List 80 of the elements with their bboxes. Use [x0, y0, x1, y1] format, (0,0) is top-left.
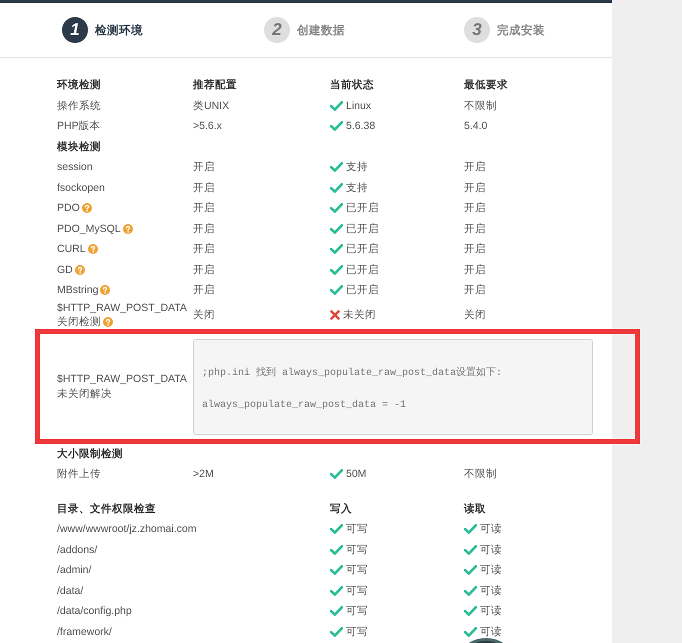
- section-title: 大小限制检测: [57, 448, 123, 460]
- status-text: 已开启: [346, 201, 379, 216]
- status-text: 已开启: [346, 262, 379, 277]
- code-line: always_populate_raw_post_data = -1: [202, 398, 408, 412]
- status-text: 已开启: [346, 222, 379, 236]
- path-text: /admin/: [57, 564, 92, 576]
- status-text: 已开启: [346, 242, 379, 256]
- status-text: 可写: [346, 604, 368, 618]
- step-number: 2: [264, 17, 290, 43]
- table-cell: 类UNIX: [193, 98, 230, 113]
- item-name: 附件上传: [57, 468, 101, 480]
- status-text: 可写: [346, 542, 368, 557]
- status-text: 可写: [346, 522, 368, 536]
- fix-label: $HTTP_RAW_POST_DATA 未关闭解决: [57, 372, 188, 402]
- table-cell: 开启: [464, 283, 486, 298]
- table-cell: 开启: [193, 180, 215, 195]
- column-header: 最低要求: [464, 78, 508, 92]
- table-cell: 开启: [193, 242, 215, 256]
- path-text: /www/wwwroot/jz.zhomai.com: [57, 523, 196, 536]
- table-cell: 开启: [464, 160, 486, 174]
- item-name: PDO: [57, 202, 80, 214]
- item-name: fsockopen: [57, 182, 105, 194]
- table-cell: 关闭: [464, 308, 486, 322]
- status-text: Linux: [346, 98, 372, 113]
- status-text: 未关闭: [343, 308, 376, 322]
- table-cell: 5.4.0: [464, 119, 488, 134]
- path-text: /addons/: [57, 544, 98, 556]
- step-label: 检测环境: [95, 23, 143, 38]
- column-header: 当前状态: [330, 78, 374, 92]
- status-text: 可读: [480, 604, 502, 618]
- table-cell: 开启: [193, 262, 215, 277]
- column-header: 写入: [330, 502, 352, 516]
- status-text: 5.6.38: [346, 119, 376, 134]
- column-header: 读取: [464, 502, 486, 516]
- table-cell: 开启: [464, 222, 486, 236]
- path-text: /data/: [57, 584, 84, 597]
- table-cell: 关闭: [193, 308, 215, 322]
- status-text: 可写: [346, 624, 368, 639]
- column-header: 环境检测: [57, 79, 101, 92]
- status-text: 可读: [480, 522, 502, 536]
- item-name: session: [57, 161, 93, 174]
- step-label: 创建数据: [297, 23, 345, 38]
- status-text: 可写: [346, 584, 368, 598]
- item-name: 操作系统: [57, 100, 101, 112]
- item-name: CURL: [57, 243, 86, 256]
- status-text: 已开启: [346, 283, 379, 298]
- status-text: 可读: [480, 584, 502, 598]
- item-name: PDO_MySQL: [57, 222, 121, 235]
- item-name: GD: [57, 264, 73, 276]
- table-cell: 开启: [464, 262, 486, 277]
- status-text: 可读: [480, 563, 502, 578]
- table-cell: >5.6.x: [193, 119, 222, 134]
- table-cell: 开启: [464, 180, 486, 195]
- step-number: 1: [62, 17, 88, 43]
- step-label: 完成安装: [497, 23, 545, 38]
- table-cell: 开启: [193, 201, 215, 216]
- item-name: MBstring: [57, 284, 98, 296]
- path-text: /framework/: [57, 626, 112, 638]
- status-text: 支持: [346, 180, 368, 195]
- table-cell: 不限制: [464, 98, 497, 113]
- column-header: 目录、文件权限检查: [57, 502, 156, 515]
- table-cell: >2M: [193, 467, 214, 482]
- status-text: 可读: [480, 542, 502, 557]
- table-cell: 开启: [464, 201, 486, 216]
- item-name: $HTTP_RAW_POST_DATA 关闭检测: [57, 302, 186, 328]
- table-cell: 开启: [464, 242, 486, 256]
- step-number: 3: [464, 17, 490, 43]
- status-text: 50M: [346, 467, 366, 482]
- table-cell: 不限制: [464, 467, 497, 482]
- path-text: /data/config.php: [57, 605, 132, 618]
- status-text: 可写: [346, 563, 368, 578]
- column-header: 推荐配置: [193, 78, 237, 92]
- table-cell: 开启: [193, 160, 215, 174]
- table-cell: 开启: [193, 283, 215, 298]
- code-line: ;php.ini 找到 always_populate_raw_post_data设置如下:: [202, 366, 504, 380]
- status-text: 支持: [346, 160, 368, 174]
- status-text: 可读: [480, 624, 502, 639]
- section-title: 模块检测: [57, 140, 101, 153]
- table-cell: 开启: [193, 222, 215, 236]
- item-name: PHP版本: [57, 120, 101, 132]
